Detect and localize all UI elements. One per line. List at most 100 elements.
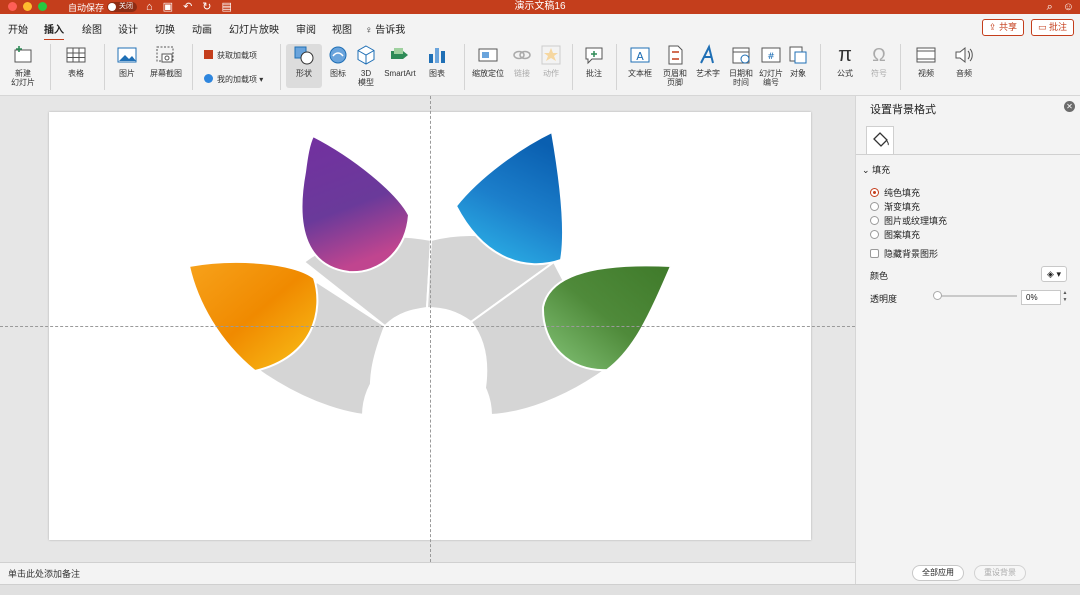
object-icon (789, 46, 807, 64)
paint-bucket-icon (873, 132, 889, 147)
audio-button[interactable]: 音频 (948, 44, 980, 78)
apply-all-button[interactable]: 全部应用 (912, 565, 964, 581)
tab-tell-me[interactable]: ♀ 告诉我 (365, 21, 405, 36)
smartart-button[interactable]: SmartArt (381, 44, 419, 78)
tab-insert[interactable]: 插入 (44, 21, 64, 41)
header-footer-button[interactable]: 页眉和 页脚 (660, 44, 690, 87)
addins-icon (204, 74, 213, 83)
zoom-icon (478, 48, 498, 62)
radio-pattern-fill[interactable]: 图案填充 (870, 228, 920, 241)
radio-solid-fill[interactable]: 纯色填充 (870, 186, 920, 199)
equation-button[interactable]: π 公式 (830, 44, 860, 78)
svg-text:#: # (767, 52, 775, 62)
shapes-button[interactable]: 形状 (286, 44, 322, 88)
tab-home[interactable]: 开始 (8, 21, 28, 36)
close-pane-button[interactable]: ✕ (1064, 101, 1075, 112)
comments-button[interactable]: ▭ 批注 (1030, 19, 1074, 36)
share-button[interactable]: ⇪ 共享 (981, 19, 1024, 36)
link-icon (513, 50, 531, 60)
radio-gradient-fill[interactable]: 渐变填充 (870, 200, 920, 213)
tab-transitions[interactable]: 切换 (155, 21, 175, 36)
3d-models-button[interactable]: 3D 模型 (353, 44, 379, 87)
tab-design[interactable]: 设计 (118, 21, 138, 36)
slide-number-icon: # (761, 47, 781, 63)
screenshot-icon (156, 46, 174, 63)
icons-icon (329, 46, 347, 64)
tab-slideshow[interactable]: 幻灯片放映 (229, 21, 279, 36)
account-icon[interactable]: ☺ (1063, 0, 1074, 14)
picture-icon (117, 47, 137, 63)
transparency-input[interactable]: 0% (1021, 290, 1061, 305)
store-icon (204, 50, 213, 59)
transparency-stepper[interactable]: ▲ ▼ (1061, 290, 1069, 305)
vertical-guide[interactable] (430, 96, 431, 562)
comment-plus-icon (585, 47, 603, 65)
zoom-button[interactable]: 缩放定位 (470, 44, 506, 78)
cube-icon (357, 45, 375, 65)
smartart-icon (391, 48, 408, 59)
new-slide-button[interactable]: 新建 幻灯片 (6, 44, 40, 87)
table-button[interactable]: 表格 (60, 44, 92, 78)
textbox-icon: A (630, 47, 650, 63)
speaker-icon (955, 46, 973, 64)
slide-editor (0, 96, 855, 562)
tab-view[interactable]: 视图 (332, 21, 352, 36)
tab-animations[interactable]: 动画 (192, 21, 212, 36)
lightbulb-icon: ♀ (365, 25, 373, 36)
fill-section-header[interactable]: ⌄ 填充 (862, 163, 890, 176)
screenshot-button[interactable]: 屏幕截图 (146, 44, 186, 78)
insert-ribbon: 新建 幻灯片 表格 图片 屏幕截图 获取加载项 我的加载项 ▾ 形状 图标 3D… (0, 40, 1080, 96)
color-picker[interactable]: ◈ ▾ (1041, 266, 1067, 282)
tab-review[interactable]: 审阅 (296, 21, 316, 36)
symbol-button[interactable]: Ω 符号 (866, 44, 892, 78)
transparency-label: 透明度 (870, 294, 898, 304)
pi-icon: π (838, 44, 852, 66)
fill-color-icon: ◈ (1047, 269, 1054, 279)
new-slide-icon (14, 46, 32, 63)
center-semicircle (362, 350, 492, 415)
action-button[interactable]: 动作 (538, 44, 564, 78)
wordart-button[interactable]: 艺术字 (693, 44, 723, 78)
reset-background-button[interactable]: 重设背景 (974, 565, 1026, 581)
chevron-down-icon: ⌄ (862, 165, 870, 175)
search-icon[interactable]: ⌕ (1047, 0, 1053, 14)
picture-button[interactable]: 图片 (110, 44, 144, 78)
link-button[interactable]: 链接 (509, 44, 535, 78)
get-addins-button[interactable]: 获取加载项 (204, 50, 257, 61)
petal-green (541, 264, 673, 372)
date-time-button[interactable]: 日期和 时间 (727, 44, 755, 87)
transparency-slider-handle[interactable] (933, 291, 942, 300)
calendar-icon (732, 47, 750, 64)
title-bar: 自动保存 关闭 ⌂ ▣ ↶ ↻ ▤ 演示文稿16 ⌕ ☺ (0, 0, 1080, 14)
omega-icon: Ω (872, 45, 886, 65)
svg-text:A: A (636, 50, 644, 63)
shapes-icon (294, 46, 314, 65)
insert-comment-button[interactable]: 批注 (580, 44, 608, 78)
radio-picture-fill[interactable]: 图片或纹理填充 (870, 214, 947, 227)
my-addins-button[interactable]: 我的加载项 ▾ (204, 74, 263, 85)
icons-button[interactable]: 图标 (325, 44, 351, 78)
notes-area[interactable]: 单击此处添加备注 (0, 562, 855, 584)
header-footer-icon (668, 45, 683, 65)
star-icon (541, 45, 561, 65)
fill-tab[interactable] (866, 126, 894, 154)
document-title: 演示文稿16 (514, 1, 566, 12)
textbox-button[interactable]: A 文本框 (622, 44, 658, 78)
object-button[interactable]: 对象 (786, 44, 810, 78)
notes-placeholder: 单击此处添加备注 (8, 569, 81, 579)
table-icon (66, 47, 86, 63)
video-icon (916, 47, 936, 63)
tab-draw[interactable]: 绘图 (82, 21, 102, 36)
color-label: 颜色 (870, 271, 889, 281)
hide-background-graphics-checkbox[interactable]: 隐藏背景图形 (870, 247, 938, 260)
slide-number-button[interactable]: # 幻灯片 编号 (757, 44, 785, 87)
share-icon: ⇪ (988, 22, 997, 32)
wordart-icon (700, 44, 714, 64)
horizontal-guide[interactable] (0, 326, 855, 327)
transparency-slider[interactable] (937, 295, 1017, 297)
format-background-pane: 设置背景格式 ✕ ⌄ 填充 纯色填充 渐变填充 图片或纹理填充 图案填充 隐藏背… (855, 96, 1080, 584)
chart-button[interactable]: 图表 (423, 44, 451, 78)
video-button[interactable]: 视频 (908, 44, 944, 78)
pane-title: 设置背景格式 (870, 104, 936, 116)
petal-purple (300, 134, 411, 274)
